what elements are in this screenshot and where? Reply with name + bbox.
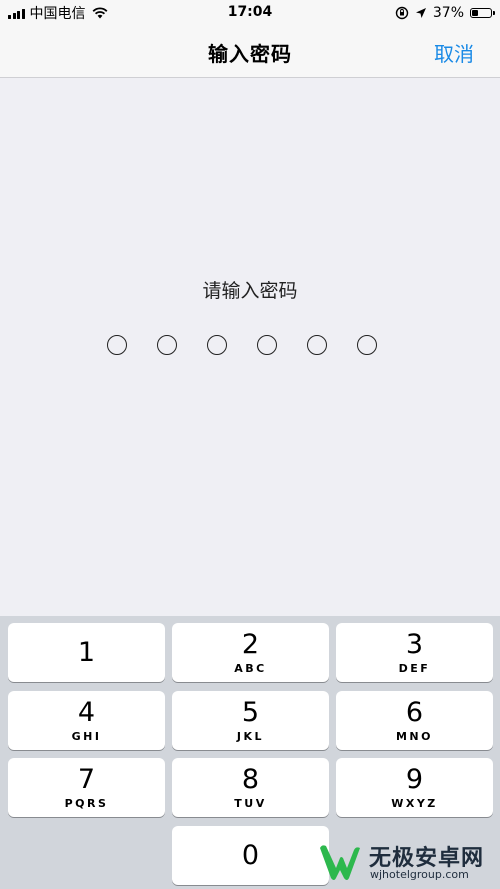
battery-percent: 37%: [432, 5, 464, 21]
passcode-dot: [307, 335, 327, 355]
key-digit: 0: [241, 840, 260, 871]
page-title: 输入密码: [208, 42, 292, 66]
navigation-bar: 输入密码 取消: [0, 28, 500, 78]
location-arrow-icon: [415, 8, 426, 18]
key-1[interactable]: 1: [8, 623, 165, 682]
passcode-dot: [207, 335, 227, 355]
key-3[interactable]: 3 DEF: [336, 623, 493, 682]
key-5[interactable]: 5 JKL: [172, 691, 329, 750]
key-digit: 9: [405, 764, 424, 795]
key-letters: MNO: [395, 730, 433, 743]
passcode-prompt: 请输入密码: [202, 280, 298, 302]
key-digit: 2: [241, 629, 260, 660]
status-right: 37%: [395, 4, 495, 22]
key-letters: GHI: [71, 730, 102, 743]
key-letters: JKL: [236, 730, 265, 743]
passcode-dot: [357, 335, 377, 355]
key-digit: 8: [241, 764, 260, 795]
key-digit: 3: [405, 629, 424, 660]
key-digit: 7: [77, 764, 96, 795]
key-letters: ABC: [234, 662, 267, 675]
key-letters: DEF: [398, 662, 431, 675]
watermark: 无极安卓网 wjhotelgroup.com: [312, 838, 500, 889]
passcode-dot: [257, 335, 277, 355]
key-digit: 6: [405, 697, 424, 728]
cancel-button[interactable]: 取消: [434, 38, 474, 67]
key-8[interactable]: 8 TUV: [172, 758, 329, 817]
key-9[interactable]: 9 WXYZ: [336, 758, 493, 817]
key-letters: TUV: [234, 797, 267, 810]
key-digit: 4: [77, 697, 96, 728]
key-0[interactable]: 0: [172, 826, 329, 885]
key-letters: PQRS: [64, 797, 109, 810]
status-bar: 中国电信 17:04 37%: [0, 0, 500, 28]
passcode-dots: [107, 335, 377, 355]
orientation-lock-icon: [395, 6, 409, 20]
key-6[interactable]: 6 MNO: [336, 691, 493, 750]
battery-icon: [470, 8, 495, 18]
key-4[interactable]: 4 GHI: [8, 691, 165, 750]
watermark-logo: [320, 845, 360, 880]
watermark-url: wjhotelgroup.com: [370, 868, 469, 881]
battery-fill: [472, 10, 479, 16]
passcode-dot: [107, 335, 127, 355]
key-2[interactable]: 2 ABC: [172, 623, 329, 682]
key-digit: 5: [241, 697, 260, 728]
key-digit: 1: [77, 637, 96, 668]
key-7[interactable]: 7 PQRS: [8, 758, 165, 817]
passcode-dot: [157, 335, 177, 355]
key-letters: WXYZ: [391, 797, 438, 810]
